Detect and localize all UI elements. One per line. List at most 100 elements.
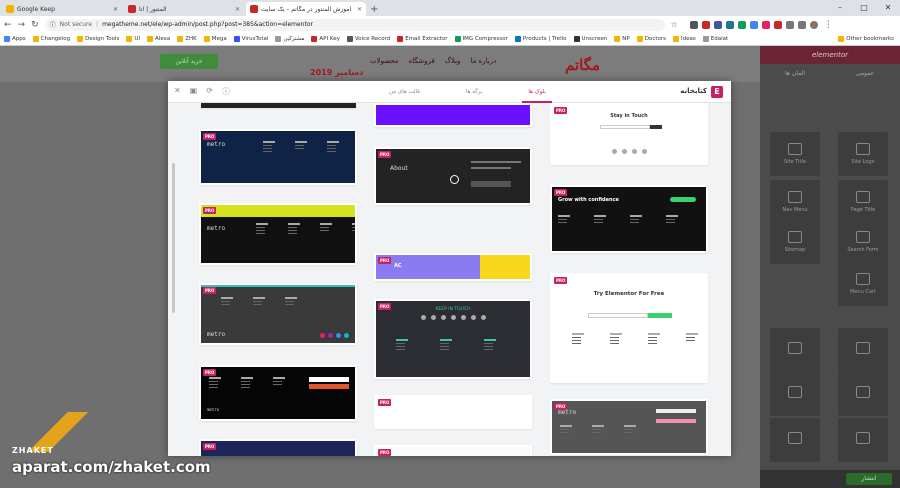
bookmark-item[interactable]: IMG Compressor: [454, 36, 508, 42]
template-card[interactable]: PRO metro: [199, 283, 357, 345]
template-card[interactable]: PRO Try Elementor For Free: [550, 273, 708, 383]
browser-tab[interactable]: Google Keep ✕: [2, 2, 122, 16]
template-brand: metro: [207, 407, 220, 412]
save-icon[interactable]: ▣: [190, 86, 198, 97]
bookmark-item[interactable]: NP: [614, 36, 630, 42]
widget-site-logo[interactable]: Site Logo: [838, 132, 888, 176]
info-icon[interactable]: ⓘ: [222, 86, 230, 97]
template-thumbnail: PRO: [201, 441, 355, 456]
pro-badge: PRO: [378, 151, 392, 158]
bookmark-item[interactable]: Doctors: [636, 36, 666, 42]
folder-icon: [203, 36, 210, 42]
close-window-icon[interactable]: ✕: [876, 0, 900, 16]
bookmark-item[interactable]: Apps: [4, 36, 26, 42]
minimize-icon[interactable]: –: [828, 0, 852, 16]
template-card[interactable]: PRO metro: [199, 365, 357, 421]
menu-dots-icon[interactable]: ⋮: [824, 20, 833, 30]
template-card[interactable]: PRO AC: [374, 253, 532, 281]
tab-pages[interactable]: برگه ها: [460, 81, 488, 103]
widget-item[interactable]: [770, 372, 820, 416]
widget-menu-cart[interactable]: Menu Cart: [838, 262, 888, 306]
extension-icon[interactable]: [797, 20, 806, 29]
new-tab-icon[interactable]: +: [370, 4, 378, 16]
address-bar[interactable]: ⓘ Not secure | megatheme.net/ele/wp-admi…: [44, 18, 665, 31]
extension-icon[interactable]: [773, 20, 782, 29]
other-bookmarks[interactable]: Other bookmarks: [838, 36, 894, 42]
maximize-icon[interactable]: □: [852, 0, 876, 16]
bookmark-item[interactable]: Alexa: [147, 36, 170, 42]
widget-item[interactable]: [770, 328, 820, 372]
extension-icon[interactable]: [785, 20, 794, 29]
widget-icon: [788, 143, 802, 155]
template-card[interactable]: PRO metro: [199, 203, 357, 265]
widget-item[interactable]: [838, 372, 888, 416]
widget-site-title[interactable]: Site Title: [770, 132, 820, 176]
bookmark-item[interactable]: Mega: [203, 36, 227, 42]
template-card[interactable]: [374, 103, 532, 127]
widget-sitemap[interactable]: Sitemap: [770, 220, 820, 264]
bookmark-item[interactable]: Unscreen: [573, 36, 607, 42]
bookmark-item[interactable]: Edalat: [702, 36, 728, 42]
bookmark-item[interactable]: UI: [126, 36, 140, 42]
close-icon[interactable]: ✕: [235, 6, 240, 13]
footer-columns: [558, 215, 678, 223]
template-card[interactable]: PRO metro: [199, 129, 357, 185]
template-card[interactable]: PRO: [374, 445, 532, 456]
extension-icons: [689, 20, 818, 29]
publish-button[interactable]: انتشار: [846, 473, 892, 485]
template-card[interactable]: PRO: [199, 439, 357, 456]
close-icon[interactable]: ✕: [113, 6, 118, 13]
extension-icon[interactable]: [689, 20, 698, 29]
back-icon[interactable]: ←: [4, 20, 12, 30]
tab-my-templates[interactable]: قالب های من: [383, 81, 426, 103]
widget-nav-menu[interactable]: Nav Menu: [770, 180, 820, 224]
forward-icon[interactable]: →: [18, 20, 26, 30]
widget-search-form[interactable]: Search Form: [838, 220, 888, 264]
bookmark-item[interactable]: API Key: [311, 36, 340, 42]
widget-icon: [788, 342, 802, 354]
scrollbar[interactable]: [172, 163, 175, 313]
avatar[interactable]: [809, 20, 818, 29]
bookmark-item[interactable]: مشترکین: [275, 36, 304, 42]
bookmark-item[interactable]: VirusTotal: [233, 36, 268, 42]
template-card[interactable]: PRO: [374, 395, 532, 429]
bookmark-item[interactable]: Changelog: [32, 36, 70, 42]
widget-icon: [856, 143, 870, 155]
tab-elements[interactable]: المان ها: [760, 64, 830, 84]
template-thumbnail: PRO About: [376, 149, 530, 203]
bookmark-item[interactable]: Design Tools: [77, 36, 119, 42]
template-card[interactable]: PRO Stay in Touch: [550, 103, 708, 165]
bookmark-item[interactable]: Voice Record: [346, 36, 390, 42]
widget-item[interactable]: [838, 418, 888, 462]
extension-icon[interactable]: [701, 20, 710, 29]
template-card[interactable]: PRO KEEP IN TOUCH: [374, 299, 532, 379]
bookmark-item[interactable]: Email Extractor: [397, 36, 448, 42]
star-icon[interactable]: ☆: [671, 20, 678, 29]
template-card[interactable]: [201, 103, 356, 108]
extension-icon[interactable]: [761, 20, 770, 29]
bookmark-item[interactable]: Ideas: [673, 36, 696, 42]
modal-tools: ✕ ▣ ⟳ ⓘ: [174, 86, 230, 97]
template-thumbnail: PRO Try Elementor For Free: [552, 275, 706, 381]
template-card[interactable]: PRO About: [374, 147, 532, 205]
browser-tab-active[interactable]: آموزش المنتور در مگاتم – یک سایت ✕: [246, 2, 366, 16]
tab-blocks[interactable]: بلوک ها: [522, 81, 552, 103]
extension-icon[interactable]: [749, 20, 758, 29]
reload-icon[interactable]: ↻: [31, 20, 39, 30]
extension-icon[interactable]: [713, 20, 722, 29]
widget-page-title[interactable]: Page Title: [838, 180, 888, 224]
browser-tab[interactable]: المنتور | ﺍﺗﺎ ✕: [124, 2, 244, 16]
widget-item[interactable]: [770, 418, 820, 462]
bookmark-item[interactable]: ZHK: [177, 36, 197, 42]
bookmark-item[interactable]: Products | Trello: [514, 36, 567, 42]
close-icon[interactable]: ✕: [174, 86, 181, 97]
widget-item[interactable]: [838, 328, 888, 372]
zoom-icon[interactable]: [450, 175, 459, 184]
sync-icon[interactable]: ⟳: [206, 86, 213, 97]
tab-global[interactable]: عمومی: [830, 64, 900, 84]
extension-icon[interactable]: [725, 20, 734, 29]
extension-icon[interactable]: [737, 20, 746, 29]
template-card[interactable]: PRO Grow with confidence: [550, 185, 708, 253]
close-icon[interactable]: ✕: [357, 6, 362, 13]
template-card[interactable]: PRO metro: [550, 399, 708, 455]
